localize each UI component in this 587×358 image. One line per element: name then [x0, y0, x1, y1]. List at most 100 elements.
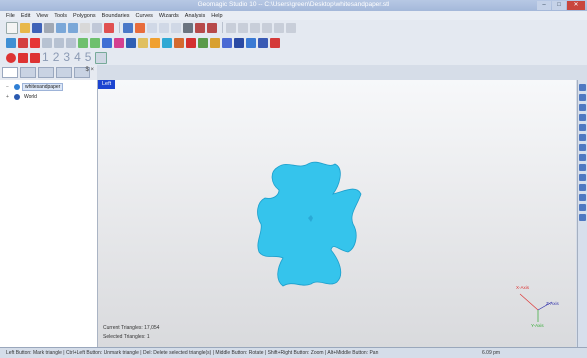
offset-icon[interactable]	[198, 37, 208, 48]
collapse-icon[interactable]: −	[6, 84, 12, 90]
select-tool-icon[interactable]	[80, 22, 90, 33]
menu-edit[interactable]: Edit	[21, 13, 30, 19]
rotate-icon[interactable]	[92, 22, 102, 33]
shaded-mode-icon[interactable]	[579, 154, 586, 161]
defeature-icon[interactable]	[186, 37, 196, 48]
print-icon[interactable]	[44, 22, 54, 33]
relax-icon[interactable]	[150, 37, 160, 48]
zoom-in-icon[interactable]	[147, 22, 157, 33]
lock-icon[interactable]	[238, 22, 248, 33]
points-mode-icon[interactable]	[579, 174, 586, 181]
backface-icon[interactable]	[579, 194, 586, 201]
color-icon[interactable]	[579, 214, 586, 221]
display-tab[interactable]	[38, 67, 54, 78]
camera-icon[interactable]	[195, 22, 205, 33]
viewset-3-button[interactable]: 3	[63, 51, 70, 64]
isometric-view-icon[interactable]	[579, 144, 586, 151]
brush-icon[interactable]	[250, 22, 260, 33]
close-button[interactable]: ✕	[567, 1, 585, 10]
screenshot-icon[interactable]	[207, 22, 217, 33]
menu-curves[interactable]: Curves	[136, 13, 153, 19]
pause-icon[interactable]	[18, 52, 28, 63]
wireframe-mode-icon[interactable]	[579, 164, 586, 171]
save-icon[interactable]	[32, 22, 42, 33]
tree-item-whitesandpaper[interactable]: − whitesandpaper	[6, 82, 64, 91]
redo-icon[interactable]	[68, 22, 78, 33]
new-file-icon[interactable]	[6, 21, 18, 34]
undo-icon[interactable]	[56, 22, 66, 33]
sandpaper-mesh-model[interactable]	[253, 154, 363, 289]
view-orientation-label: Left	[98, 80, 116, 89]
boundary-icon[interactable]	[222, 37, 232, 48]
invert-selection-icon[interactable]	[66, 37, 76, 48]
menu-tools[interactable]: Tools	[54, 13, 67, 19]
pen-icon[interactable]	[262, 22, 272, 33]
point-icon[interactable]	[274, 22, 284, 33]
shell-icon[interactable]	[210, 37, 220, 48]
list-tab[interactable]	[56, 67, 72, 78]
record-icon[interactable]	[6, 52, 16, 63]
maximize-button[interactable]: □	[552, 1, 566, 10]
tree-item-label: World	[24, 93, 37, 100]
expand-icon[interactable]: +	[6, 94, 12, 100]
separator	[119, 22, 120, 33]
grow-selection-icon[interactable]	[78, 37, 88, 48]
tree-item-world[interactable]: + World	[6, 92, 39, 101]
back-view-icon[interactable]	[579, 94, 586, 101]
minimize-button[interactable]: –	[537, 1, 551, 10]
noise-icon[interactable]	[246, 37, 256, 48]
model-manager-tab[interactable]	[2, 67, 18, 78]
menu-analysis[interactable]: Analysis	[185, 13, 205, 19]
viewset-list-icon[interactable]	[95, 51, 108, 64]
mesh-doctor-icon[interactable]	[114, 37, 124, 48]
dialog-tab[interactable]	[20, 67, 36, 78]
selected-triangles-count: Selected Triangles: 1	[103, 334, 150, 340]
fill-holes-icon[interactable]	[102, 37, 112, 48]
delete-icon[interactable]	[30, 37, 40, 48]
decimate-icon[interactable]	[126, 37, 136, 48]
menu-view[interactable]: View	[36, 13, 48, 19]
open-folder-icon[interactable]	[20, 22, 30, 33]
sandpaper-icon[interactable]	[162, 37, 172, 48]
list-icon[interactable]	[226, 22, 236, 33]
pin-close-icon[interactable]: $ ×	[85, 67, 94, 73]
lighting-icon[interactable]	[579, 184, 586, 191]
menu-wizards[interactable]: Wizards	[159, 13, 179, 19]
check-icon[interactable]	[270, 37, 280, 48]
front-view-icon[interactable]	[579, 84, 586, 91]
bottom-view-icon[interactable]	[579, 134, 586, 141]
zoom-window-icon[interactable]	[171, 22, 181, 33]
left-view-icon[interactable]	[579, 104, 586, 111]
patch-icon[interactable]	[234, 37, 244, 48]
pan-icon[interactable]	[104, 22, 114, 33]
shrink-selection-icon[interactable]	[90, 37, 100, 48]
viewset-4-button[interactable]: 4	[74, 51, 81, 64]
selection-box-icon[interactable]	[6, 37, 16, 48]
measure-icon[interactable]	[183, 22, 193, 33]
normal-icon[interactable]	[579, 204, 586, 211]
viewset-2-button[interactable]: 2	[53, 51, 60, 64]
viewset-1-button[interactable]: 1	[42, 51, 49, 64]
top-view-icon[interactable]	[579, 124, 586, 131]
view-cube-icon[interactable]	[135, 22, 145, 33]
graphics-viewport[interactable]: Current Triangles: 17,054 Selected Trian…	[98, 80, 576, 347]
spike-icon[interactable]	[258, 37, 268, 48]
zoom-out-icon[interactable]	[159, 22, 169, 33]
select-all-icon[interactable]	[18, 37, 28, 48]
menu-help[interactable]: Help	[211, 13, 222, 19]
smooth-icon[interactable]	[138, 37, 148, 48]
right-view-icon[interactable]	[579, 114, 586, 121]
select-through-icon[interactable]	[42, 37, 52, 48]
circle-icon[interactable]	[286, 22, 296, 33]
select-visible-icon[interactable]	[54, 37, 64, 48]
mouse-hint-text: Left Button: Mark triangle | Ctrl+Left B…	[6, 350, 379, 356]
trim-icon[interactable]	[174, 37, 184, 48]
separator	[222, 22, 223, 33]
menu-boundaries[interactable]: Boundaries	[102, 13, 130, 19]
play-icon[interactable]	[30, 52, 40, 63]
fit-view-icon[interactable]	[123, 22, 133, 33]
z-axis-label: Z-Axis	[546, 301, 559, 306]
menu-file[interactable]: File	[6, 13, 15, 19]
viewset-5-button[interactable]: 5	[85, 51, 92, 64]
menu-polygons[interactable]: Polygons	[73, 13, 96, 19]
